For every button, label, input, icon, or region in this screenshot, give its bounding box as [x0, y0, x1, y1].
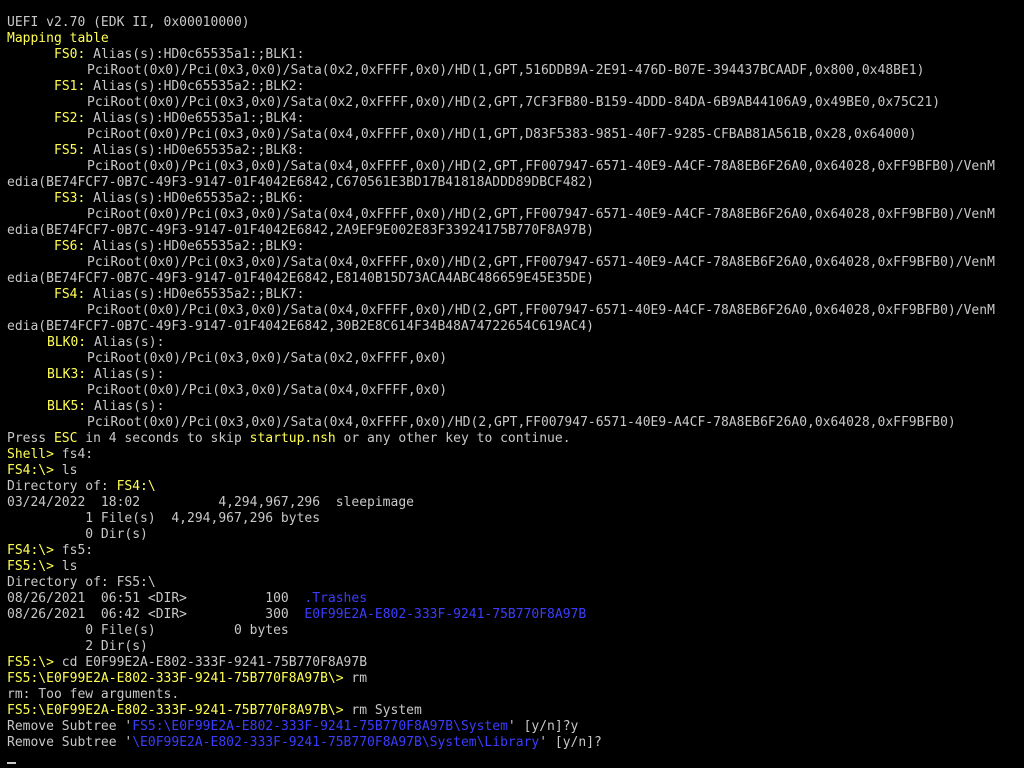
directory-name: .Trashes [304, 591, 368, 606]
command-line: FS4:\> ls [7, 463, 78, 478]
device-path: PciRoot(0x0)/Pci(0x3,0x0)/Sata(0x4,0xFFF… [87, 127, 917, 142]
startup-script-name: startup.nsh [249, 431, 336, 446]
directory-entry: 03/24/2022 18:02 4,294,967,296 sleepimag… [7, 495, 414, 510]
mapping-entry-header: FS1: Alias(s):HD0c65535a2:;BLK2: [7, 79, 1021, 95]
startup-message: Press ESC in 4 seconds to skip startup.n… [7, 431, 571, 446]
mapping-entry-header: BLK3: Alias(s): [7, 367, 1021, 383]
command-line: FS5:\E0F99E2A-E802-333F-9241-75B770F8A97… [7, 671, 368, 686]
device-name: FS1: [54, 79, 86, 94]
device-name: FS3: [54, 191, 86, 206]
remove-confirm-prompt: Remove Subtree 'FS5:\E0F99E2A-E802-333F-… [7, 719, 579, 734]
device-name: BLK3: [47, 367, 87, 382]
mapping-entry-header: FS5: Alias(s):HD0e65535a2:;BLK8: [7, 143, 1021, 159]
device-alias: Alias(s):HD0e65535a2:;BLK9: [85, 239, 305, 254]
device-path: PciRoot(0x0)/Pci(0x3,0x0)/Sata(0x4,0xFFF… [87, 159, 995, 174]
device-alias: Alias(s):HD0e65535a2:;BLK7: [85, 287, 305, 302]
device-alias: Alias(s):HD0c65535a2:;BLK2: [85, 79, 305, 94]
shell-prompt: FS5:\E0F99E2A-E802-333F-9241-75B770F8A97… [7, 671, 344, 686]
device-path: PciRoot(0x0)/Pci(0x3,0x0)/Sata(0x4,0xFFF… [87, 255, 995, 270]
device-alias: Alias(s):HD0c65535a1:;BLK1: [85, 47, 305, 62]
mapping-table-title: Mapping table [7, 31, 109, 46]
command-line: FS5:\E0F99E2A-E802-333F-9241-75B770F8A97… [7, 703, 422, 718]
device-path: PciRoot(0x0)/Pci(0x3,0x0)/Sata(0x2,0xFFF… [87, 351, 448, 366]
shell-prompt: FS5:\E0F99E2A-E802-333F-9241-75B770F8A97… [7, 703, 344, 718]
shell-prompt: FS5:\> [7, 559, 54, 574]
mapping-table: FS0: Alias(s):HD0c65535a1:;BLK1: PciRoot(… [7, 47, 1021, 431]
remove-confirm-prompt[interactable]: Remove Subtree '\E0F99E2A-E802-333F-9241… [7, 735, 1021, 751]
device-path-continuation: edia(BE74FCF7-0B7C-49F3-9147-01F4042E684… [7, 175, 594, 190]
directory-header: Directory of: FS4:\ [7, 479, 156, 494]
file-count: 0 File(s) 0 bytes [7, 623, 289, 638]
uefi-shell-console[interactable]: UEFI v2.70 (EDK II, 0x00010000) Mapping … [7, 15, 1021, 751]
device-name: FS4: [54, 287, 86, 302]
mapping-entry-header: FS0: Alias(s):HD0c65535a1:;BLK1: [7, 47, 1021, 63]
command-line: FS5:\> cd E0F99E2A-E802-333F-9241-75B770… [7, 655, 368, 670]
shell-prompt: FS4:\> [7, 463, 54, 478]
device-name: BLK5: [47, 399, 87, 414]
command-line: FS4:\> fs5: [7, 543, 94, 558]
directory-name: E0F99E2A-E802-333F-9241-75B770F8A97B [304, 607, 587, 622]
device-path: PciRoot(0x0)/Pci(0x3,0x0)/Sata(0x4,0xFFF… [87, 415, 956, 430]
device-alias: Alias(s): [86, 335, 165, 350]
mapping-entry-header: BLK0: Alias(s): [7, 335, 1021, 351]
device-name: FS6: [54, 239, 86, 254]
device-name: FS2: [54, 111, 86, 126]
remove-path: \E0F99E2A-E802-333F-9241-75B770F8A97B\Sy… [132, 735, 540, 750]
device-path: PciRoot(0x0)/Pci(0x3,0x0)/Sata(0x4,0xFFF… [87, 303, 995, 318]
shell-prompt: FS4:\> [7, 543, 54, 558]
file-count: 1 File(s) 4,294,967,296 bytes [7, 511, 321, 526]
dir-count: 2 Dir(s) [7, 639, 148, 654]
firmware-version: UEFI v2.70 (EDK II, 0x00010000) [7, 15, 250, 30]
mapping-entry-header: FS3: Alias(s):HD0e65535a2:;BLK6: [7, 191, 1021, 207]
mapping-entry-header: FS2: Alias(s):HD0e65535a1:;BLK4: [7, 111, 1021, 127]
directory-entry: 08/26/2021 06:51 <DIR> 100 .Trashes [7, 591, 368, 606]
mapping-entry-header: BLK5: Alias(s): [7, 399, 1021, 415]
device-path-continuation: edia(BE74FCF7-0B7C-49F3-9147-01F4042E684… [7, 319, 594, 334]
device-path: PciRoot(0x0)/Pci(0x3,0x0)/Sata(0x4,0xFFF… [87, 383, 448, 398]
device-alias: Alias(s):HD0e65535a2:;BLK8: [85, 143, 305, 158]
esc-key-label: ESC [53, 431, 78, 446]
device-path-continuation: edia(BE74FCF7-0B7C-49F3-9147-01F4042E684… [7, 271, 594, 286]
command-line: FS5:\> ls [7, 559, 78, 574]
mapping-entry-header: FS6: Alias(s):HD0e65535a2:;BLK9: [7, 239, 1021, 255]
device-alias: Alias(s): [86, 399, 165, 414]
error-message: rm: Too few arguments. [7, 687, 180, 702]
text-cursor [7, 762, 16, 764]
device-path: PciRoot(0x0)/Pci(0x3,0x0)/Sata(0x4,0xFFF… [87, 207, 995, 222]
directory-header: Directory of: FS5:\ [7, 575, 156, 590]
device-path: PciRoot(0x0)/Pci(0x3,0x0)/Sata(0x2,0xFFF… [87, 63, 925, 78]
device-name: FS0: [54, 47, 86, 62]
directory-entry: 08/26/2021 06:42 <DIR> 300 E0F99E2A-E802… [7, 607, 587, 622]
device-path: PciRoot(0x0)/Pci(0x3,0x0)/Sata(0x2,0xFFF… [87, 95, 941, 110]
device-alias: Alias(s): [86, 367, 165, 382]
mapping-entry-header: FS4: Alias(s):HD0e65535a2:;BLK7: [7, 287, 1021, 303]
remove-path: FS5:\E0F99E2A-E802-333F-9241-75B770F8A97… [132, 719, 508, 734]
device-name: BLK0: [47, 335, 87, 350]
dir-count: 0 Dir(s) [7, 527, 148, 542]
device-alias: Alias(s):HD0e65535a1:;BLK4: [85, 111, 305, 126]
command-line: Shell> fs4: [7, 447, 94, 462]
device-path-continuation: edia(BE74FCF7-0B7C-49F3-9147-01F4042E684… [7, 223, 594, 238]
shell-prompt: FS5:\> [7, 655, 54, 670]
device-name: FS5: [54, 143, 86, 158]
device-alias: Alias(s):HD0e65535a2:;BLK6: [85, 191, 305, 206]
shell-prompt: Shell> [7, 447, 54, 462]
